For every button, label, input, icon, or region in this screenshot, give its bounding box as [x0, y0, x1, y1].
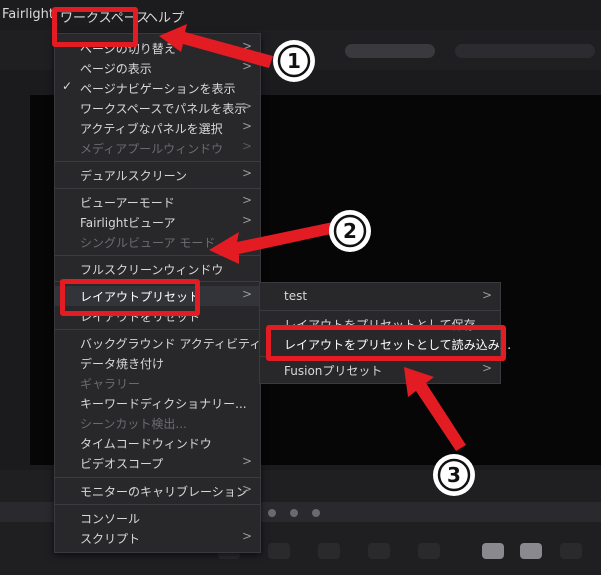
chevron-right-icon: > — [242, 119, 253, 133]
transport-control[interactable] — [368, 543, 390, 559]
menu-item-data-burn-in[interactable]: データ焼き付け — [55, 353, 260, 373]
menu-item-select-active-panel[interactable]: アクティブなパネルを選択 > — [55, 118, 260, 138]
marker-dot — [268, 509, 276, 517]
menu-divider — [55, 504, 260, 505]
highlight-box-workspace — [52, 7, 138, 47]
chevron-right-icon: > — [242, 529, 253, 543]
arrow-icon — [209, 222, 333, 264]
menu-item-scene-cut-detection: シーンカット検出... — [80, 417, 187, 431]
chevron-right-icon: > — [482, 361, 493, 375]
transport-control[interactable] — [418, 543, 440, 559]
step-number-circle: 2 — [329, 210, 371, 252]
menu-item-timecode-window[interactable]: タイムコードウィンドウ — [55, 433, 260, 453]
svg-text:1: 1 — [287, 49, 301, 73]
chevron-right-icon: > — [242, 287, 253, 301]
menu-item-dual-screen[interactable]: デュアルスクリーン > — [55, 165, 260, 185]
step-number-circle: 1 — [273, 40, 315, 82]
transport-control[interactable] — [560, 543, 582, 559]
chevron-right-icon: > — [482, 288, 493, 302]
toolbar-right-blurred — [455, 44, 595, 58]
menu-item-background-activity[interactable]: バックグラウンド アクティビティ — [55, 333, 261, 353]
menu-divider — [55, 161, 260, 162]
arrow-icon — [404, 367, 466, 451]
menu-item-gallery: ギャラリー — [80, 377, 141, 391]
menu-divider — [55, 188, 260, 189]
menu-divider — [55, 329, 260, 330]
menu-item-monitor-calibration[interactable]: モニターのキャリブレーション > — [55, 481, 260, 501]
svg-text:3: 3 — [447, 463, 461, 487]
menu-item-page-navigation[interactable]: ✓ ページナビゲーションを表示 — [55, 78, 260, 98]
menu-item-script[interactable]: スクリプト > — [55, 528, 260, 548]
transport-control[interactable] — [318, 543, 340, 559]
menu-divider — [55, 477, 260, 478]
menu-item-media-pool-window: メディアプールウィンドウ > — [80, 139, 253, 156]
step-number-circle: 3 — [433, 454, 475, 496]
svg-text:2: 2 — [343, 219, 357, 243]
menu-item-keyword-dictionary[interactable]: キーワードディクショナリー... — [55, 393, 260, 413]
marker-dot — [312, 509, 320, 517]
chevron-right-icon: > — [242, 454, 253, 468]
submenu-item-test[interactable]: test > — [260, 287, 500, 307]
transport-control[interactable] — [520, 543, 542, 559]
chevron-right-icon: > — [242, 482, 253, 496]
menu-item-show-panels[interactable]: ワークスペースでパネルを表示 > — [55, 98, 260, 118]
highlight-box-load-preset — [266, 325, 506, 361]
menu-divider — [260, 310, 500, 311]
arrow-icon — [159, 24, 273, 68]
chevron-right-icon: > — [242, 166, 253, 180]
menu-item-console[interactable]: コンソール — [55, 508, 260, 528]
marker-dot — [290, 509, 298, 517]
highlight-box-layout-presets — [60, 279, 200, 316]
menu-app[interactable]: Fairlight — [2, 7, 54, 22]
menu-item-viewer-mode[interactable]: ビューアーモード > — [55, 192, 260, 212]
transport-control[interactable] — [482, 543, 504, 559]
chevron-right-icon: > — [242, 193, 253, 207]
project-title-blurred — [345, 44, 435, 58]
chevron-right-icon: > — [242, 139, 253, 153]
chevron-right-icon: > — [242, 99, 253, 113]
transport-control[interactable] — [268, 543, 290, 559]
menu-item-video-scopes[interactable]: ビデオスコープ > — [55, 453, 260, 473]
check-icon: ✓ — [62, 79, 73, 93]
